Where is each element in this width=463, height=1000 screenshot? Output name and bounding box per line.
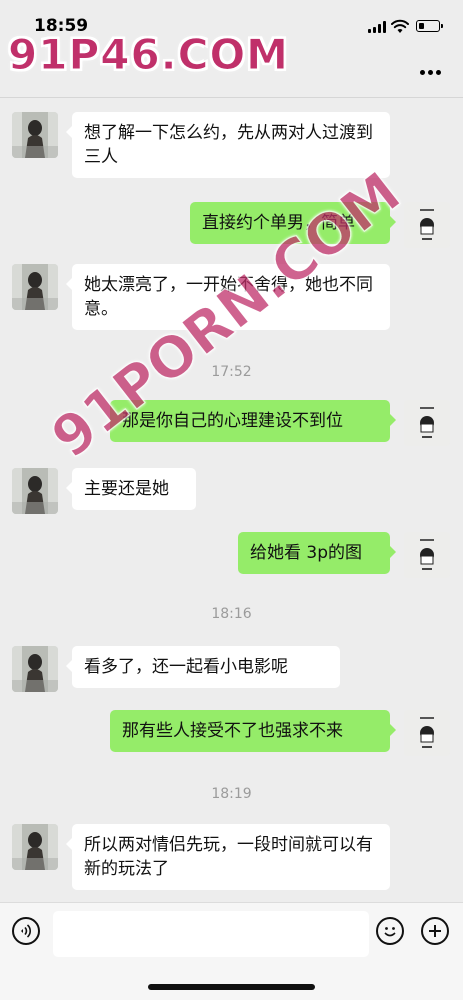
timestamp: 18:16: [211, 606, 252, 622]
contact-avatar[interactable]: [12, 824, 58, 870]
more-icon[interactable]: [420, 70, 442, 76]
message-bubble-outgoing[interactable]: 直接约个单男，简单: [190, 202, 396, 244]
chat-screen: 18:59 想了解一下怎么约，先从两对人过渡到三人 直接约个单男，简单 她太漂亮…: [0, 0, 463, 1000]
contact-avatar[interactable]: [12, 112, 58, 158]
message-bubble-incoming[interactable]: 想了解一下怎么约，先从两对人过渡到三人: [66, 112, 390, 178]
message-bubble-incoming[interactable]: 她太漂亮了，一开始不舍得，她也不同意。: [66, 264, 390, 330]
timestamp: 17:52: [211, 364, 252, 380]
emoji-icon[interactable]: [376, 917, 404, 945]
my-avatar[interactable]: [404, 202, 450, 248]
message-bubble-incoming[interactable]: 看多了，还一起看小电影呢: [66, 646, 340, 688]
battery-icon: [416, 20, 443, 32]
message-bubble-outgoing[interactable]: 那是你自己的心理建设不到位: [110, 400, 396, 442]
contact-avatar[interactable]: [12, 264, 58, 310]
my-avatar[interactable]: [404, 532, 450, 578]
message-bubble-incoming[interactable]: 主要还是她: [66, 468, 196, 510]
my-avatar[interactable]: [404, 710, 450, 756]
message-bubble-outgoing[interactable]: 那有些人接受不了也强求不来: [110, 710, 396, 752]
chat-area[interactable]: 想了解一下怎么约，先从两对人过渡到三人 直接约个单男，简单 她太漂亮了，一开始不…: [0, 98, 463, 898]
timestamp: 18:19: [211, 786, 252, 802]
home-indicator[interactable]: [148, 984, 315, 990]
contact-avatar[interactable]: [12, 468, 58, 514]
message-input[interactable]: [53, 911, 369, 957]
my-avatar[interactable]: [404, 400, 450, 446]
message-bubble-incoming[interactable]: 所以两对情侣先玩，一段时间就可以有新的玩法了: [66, 824, 390, 890]
plus-icon[interactable]: [421, 917, 449, 945]
contact-avatar[interactable]: [12, 646, 58, 692]
message-bubble-outgoing[interactable]: 给她看 3p的图: [238, 532, 396, 574]
wifi-icon: [391, 19, 409, 33]
signal-icon: [368, 21, 386, 33]
voice-icon[interactable]: [12, 917, 40, 945]
watermark-top: 91P46.COM: [8, 30, 289, 80]
